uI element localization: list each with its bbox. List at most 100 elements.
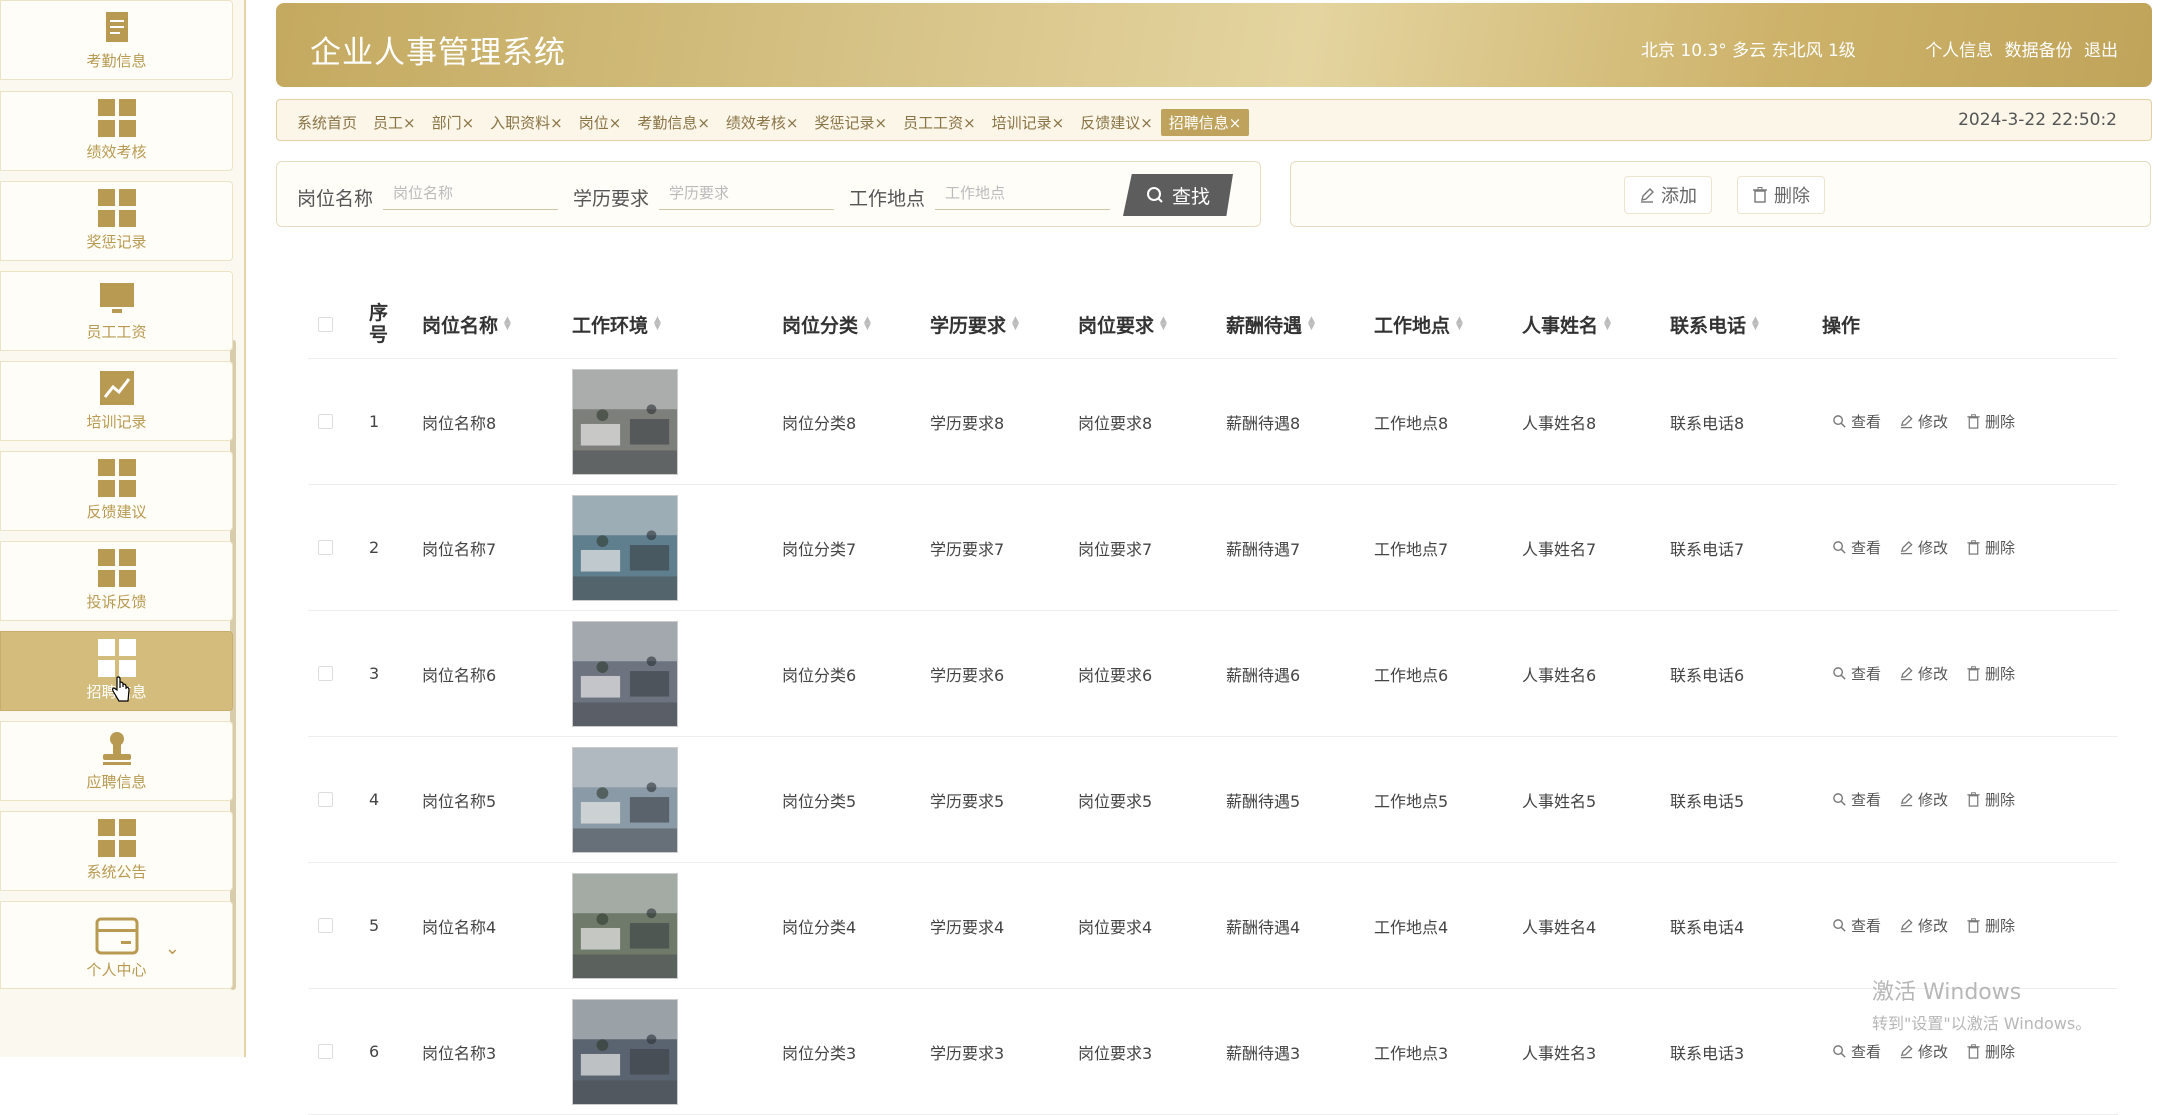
sidebar-item-complaints[interactable]: 投诉反馈: [0, 541, 233, 621]
edit-button[interactable]: 修改: [1899, 663, 1948, 684]
delete-row-button[interactable]: 删除: [1966, 789, 2015, 810]
education-label: 学历要求: [573, 188, 650, 210]
view-button[interactable]: 查看: [1832, 411, 1881, 432]
trash-icon: [1966, 414, 1981, 429]
tab-position[interactable]: 岗位×: [571, 109, 630, 136]
edit-button[interactable]: 修改: [1899, 789, 1948, 810]
clipboard-icon: [105, 12, 128, 42]
position-name-input[interactable]: [383, 176, 558, 210]
col-actions: 操作: [1822, 314, 1861, 337]
edit-button[interactable]: 修改: [1899, 537, 1948, 558]
tab-onboarding[interactable]: 入职资料×: [482, 109, 571, 136]
row-checkbox[interactable]: [318, 540, 333, 555]
col-hr-name[interactable]: 人事姓名 ▲ ▼: [1522, 290, 1611, 358]
logout-link[interactable]: 退出: [2084, 41, 2118, 61]
sidebar-item-feedback[interactable]: 反馈建议: [0, 451, 233, 531]
cell-edu: 学历要求5: [930, 791, 1005, 811]
magnifier-icon: [1832, 918, 1847, 933]
col-location[interactable]: 工作地点 ▲ ▼: [1374, 290, 1463, 358]
delete-row-button[interactable]: 删除: [1966, 1041, 2015, 1062]
sidebar-item-label: 绩效考核: [86, 143, 147, 161]
sidebar-item-training[interactable]: 培训记录: [0, 361, 233, 441]
cell-tel: 联系电话6: [1670, 665, 1745, 685]
edit-button[interactable]: 修改: [1899, 1041, 1948, 1062]
edit-button[interactable]: 修改: [1899, 411, 1948, 432]
sidebar-item-attendance[interactable]: 考勤信息: [0, 0, 233, 80]
search-button[interactable]: 查找: [1123, 174, 1233, 216]
row-checkbox[interactable]: [318, 792, 333, 807]
col-education[interactable]: 学历要求 ▲ ▼: [930, 290, 1019, 358]
col-label: 岗位名称: [422, 314, 499, 337]
cell-edu: 学历要求7: [930, 539, 1005, 559]
delete-button[interactable]: 删除: [1737, 176, 1825, 214]
sidebar-item-profile[interactable]: 个人中心 ⌄: [0, 901, 233, 989]
trash-icon: [1966, 666, 1981, 681]
col-phone[interactable]: 联系电话 ▲ ▼: [1670, 290, 1759, 358]
view-button[interactable]: 查看: [1832, 663, 1881, 684]
view-button[interactable]: 查看: [1832, 1041, 1881, 1062]
cell-no: 3: [369, 664, 380, 683]
grid-icon: [97, 819, 136, 857]
sidebar-item-salary[interactable]: 员工工资: [0, 271, 233, 351]
op-label: 查看: [1851, 1043, 1882, 1061]
cell-tel: 联系电话3: [1670, 1043, 1745, 1063]
position-name-label: 岗位名称: [297, 188, 374, 210]
tab-rewards[interactable]: 奖惩记录×: [806, 109, 895, 136]
row-checkbox[interactable]: [318, 414, 333, 429]
delete-row-button[interactable]: 删除: [1966, 915, 2015, 936]
delete-row-button[interactable]: 删除: [1966, 411, 2015, 432]
sidebar-item-rewards[interactable]: 奖惩记录: [0, 181, 233, 261]
sidebar-item-label: 员工工资: [86, 323, 147, 341]
sidebar-item-label: 系统公告: [86, 863, 147, 881]
view-button[interactable]: 查看: [1832, 537, 1881, 558]
edit-icon: [1899, 792, 1914, 807]
cell-pay: 薪酬待遇3: [1226, 1043, 1301, 1063]
backup-link[interactable]: 数据备份: [2005, 41, 2073, 61]
col-position-name[interactable]: 岗位名称 ▲ ▼: [422, 290, 511, 358]
tab-attendance[interactable]: 考勤信息×: [629, 109, 718, 136]
select-all-checkbox[interactable]: [318, 316, 333, 332]
tab-performance[interactable]: 绩效考核×: [718, 109, 807, 136]
tab-recruitment[interactable]: 招聘信息×: [1160, 109, 1250, 136]
education-input[interactable]: [659, 176, 834, 210]
tab-home[interactable]: 系统首页: [289, 109, 365, 136]
col-environment[interactable]: 工作环境 ▲ ▼: [572, 290, 661, 358]
table-row: 5 岗位名称4 岗位分类4 学历要求4 岗位要求4 薪酬待遇4 工作地点4 人事姓名4 联系电话…: [308, 863, 2118, 989]
col-pay[interactable]: 薪酬待遇 ▲ ▼: [1226, 290, 1315, 358]
chevron-down-icon[interactable]: ⌄: [165, 938, 180, 959]
workplace-photo: [572, 620, 678, 727]
magnifier-icon: [1832, 666, 1847, 681]
tab-training[interactable]: 培训记录×: [984, 109, 1073, 136]
table-row: 6 岗位名称3 岗位分类3 学历要求3 岗位要求3 薪酬待遇3 工作地点3 人事姓名3 联系电话…: [308, 989, 2118, 1115]
view-button[interactable]: 查看: [1832, 789, 1881, 810]
cell-cat: 岗位分类4: [782, 917, 857, 937]
sort-icon: ▲ ▼: [1752, 315, 1759, 332]
tab-department[interactable]: 部门×: [424, 109, 483, 136]
search-icon: [1146, 187, 1163, 203]
sidebar-item-applications[interactable]: 应聘信息: [0, 721, 233, 801]
delete-row-button[interactable]: 删除: [1966, 663, 2015, 684]
profile-link[interactable]: 个人信息: [1925, 41, 1993, 61]
col-requirement[interactable]: 岗位要求 ▲ ▼: [1078, 290, 1167, 358]
op-label: 修改: [1918, 917, 1949, 935]
tab-salary[interactable]: 员工工资×: [895, 109, 984, 136]
location-input[interactable]: [935, 176, 1110, 210]
cell-pay: 薪酬待遇7: [1226, 539, 1301, 559]
sidebar-item-performance[interactable]: 绩效考核: [0, 91, 233, 171]
tab-employee[interactable]: 员工×: [365, 109, 424, 136]
sidebar-item-announcements[interactable]: 系统公告: [0, 811, 233, 891]
edit-icon: [1899, 666, 1914, 681]
col-category[interactable]: 岗位分类 ▲ ▼: [782, 290, 871, 358]
row-checkbox[interactable]: [318, 666, 333, 681]
cell-tel: 联系电话8: [1670, 413, 1745, 433]
cell-cat: 岗位分类6: [782, 665, 857, 685]
row-checkbox[interactable]: [318, 918, 333, 933]
op-label: 删除: [1985, 665, 2016, 683]
cell-name: 岗位名称4: [422, 917, 497, 937]
delete-row-button[interactable]: 删除: [1966, 537, 2015, 558]
edit-button[interactable]: 修改: [1899, 915, 1948, 936]
add-button[interactable]: 添加: [1624, 176, 1712, 214]
view-button[interactable]: 查看: [1832, 915, 1881, 936]
tab-feedback[interactable]: 反馈建议×: [1072, 109, 1161, 136]
cell-cat: 岗位分类5: [782, 791, 857, 811]
